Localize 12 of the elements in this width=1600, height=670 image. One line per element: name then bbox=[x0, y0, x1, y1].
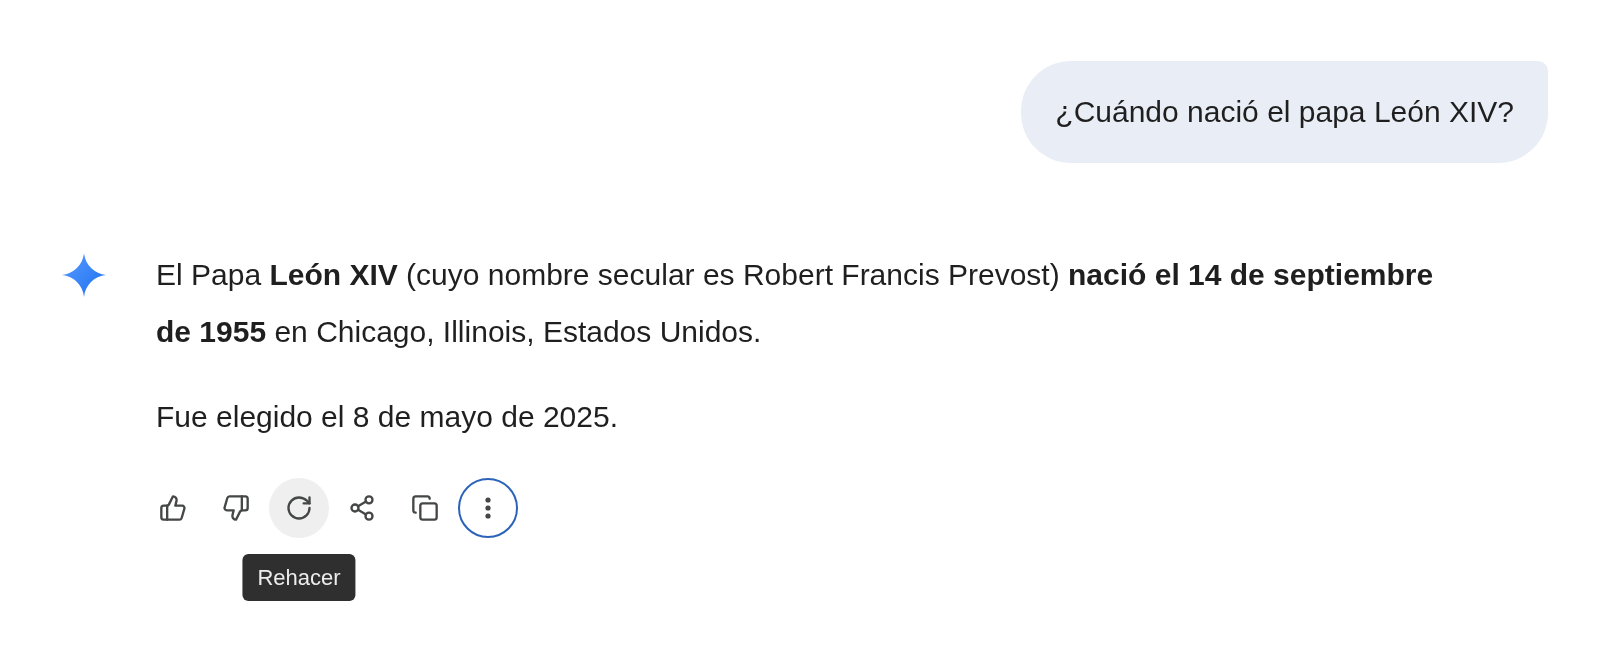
more-icon bbox=[485, 497, 491, 519]
more-options-button[interactable] bbox=[458, 478, 518, 538]
response-paragraph: El Papa León XIV (cuyo nombre secular es Robert Francis Prevost) nació el 14 de septiembre de 1955 en Chicago, Illinois, Estados Unidos. bbox=[156, 257, 1435, 350]
refresh-icon bbox=[285, 494, 313, 522]
thumbs-up-icon bbox=[159, 494, 187, 522]
user-message: ¿Cuándo nació el papa León XIV? bbox=[1021, 61, 1548, 163]
tooltip: Rehacer bbox=[242, 554, 356, 601]
thumbs-down-icon bbox=[222, 494, 250, 522]
copy-icon bbox=[411, 494, 439, 522]
sparkle-icon bbox=[62, 253, 106, 297]
response-paragraph: Fue elegido el 8 de mayo de 2025. bbox=[156, 399, 619, 435]
share-icon bbox=[348, 494, 376, 522]
